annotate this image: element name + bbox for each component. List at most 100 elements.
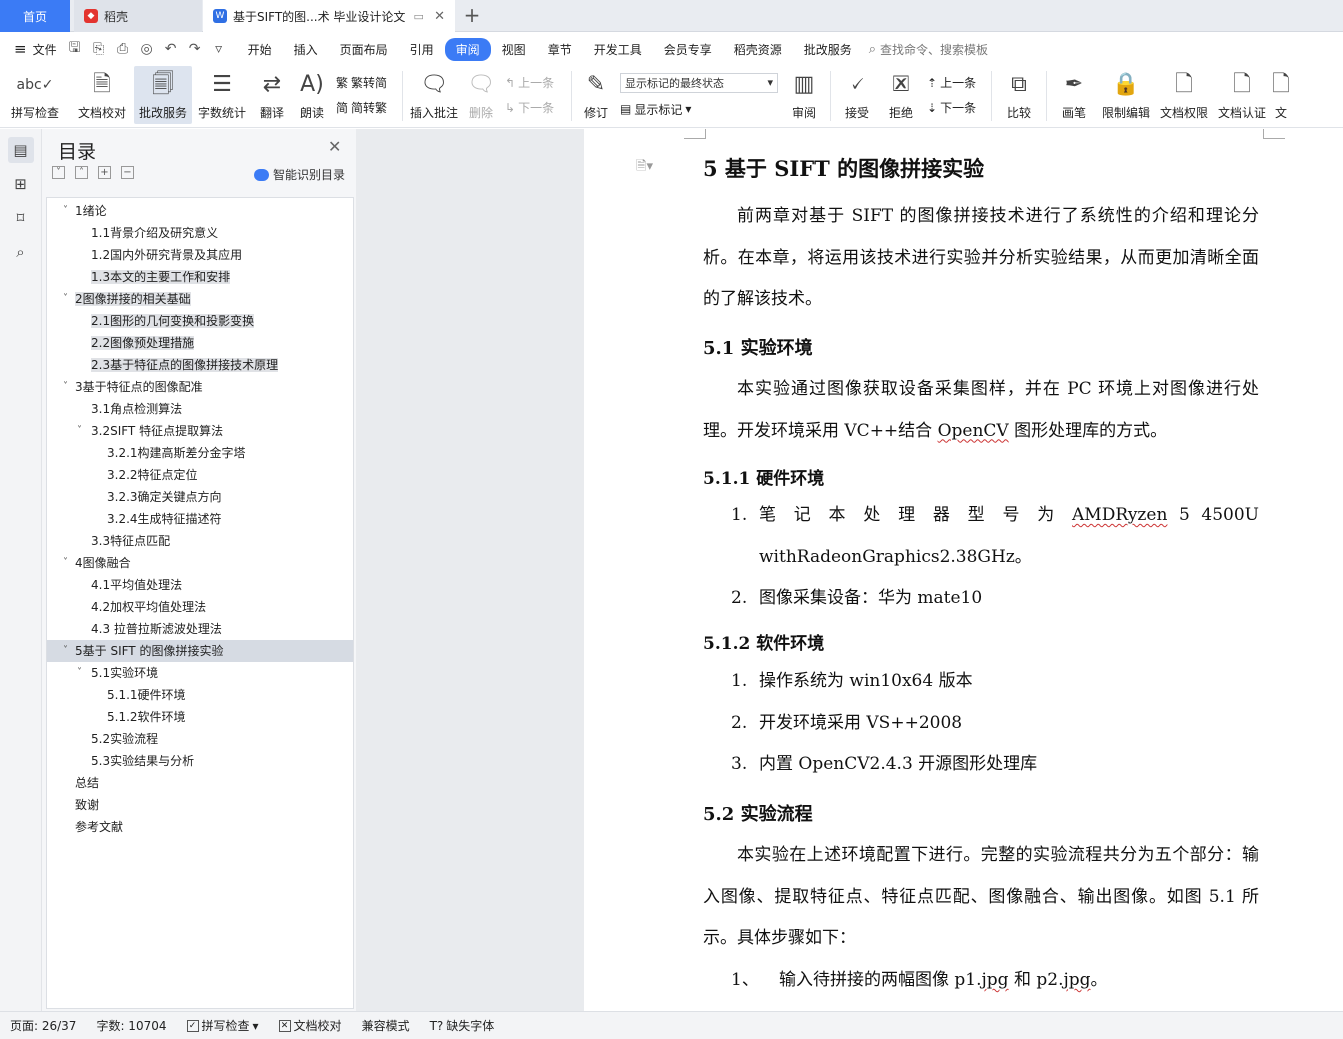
markup-state-select[interactable]: 显示标记的最终状态 ▾ <box>620 72 778 93</box>
toc-item[interactable]: 1.2国内外研究背景及其应用 <box>47 244 353 266</box>
doc-more-button[interactable]: 🗋 文 <box>1271 66 1291 124</box>
print-preview-icon[interactable]: ◎ <box>137 41 157 57</box>
toc-item[interactable]: ˅ 3.2SIFT 特征点提取算法 <box>47 420 353 442</box>
toc-item[interactable]: 3.3特征点匹配 <box>47 530 353 552</box>
ink-button[interactable]: ✒ 画笔 <box>1051 66 1097 124</box>
bookmark-icon[interactable]: ⌑ <box>8 205 34 231</box>
new-tab-button[interactable]: + <box>460 4 484 28</box>
toc-item[interactable]: 5.1.2软件环境 <box>47 706 353 728</box>
toc-item[interactable]: 5.2实验流程 <box>47 728 353 750</box>
close-tab-icon[interactable]: ✕ <box>434 9 445 24</box>
add-heading-icon[interactable]: + <box>98 166 111 179</box>
reject-button[interactable]: 🗷 拒绝 <box>879 66 923 124</box>
chevron-down-icon[interactable]: ˅ <box>63 200 68 222</box>
toc-item[interactable]: 5.1.1硬件环境 <box>47 684 353 706</box>
toc-item[interactable]: ˅ 4图像融合 <box>47 552 353 574</box>
toc-item[interactable]: ˅ 2图像拼接的相关基础 <box>47 288 353 310</box>
command-search[interactable]: ⌕ 查找命令、搜索模板 <box>869 41 988 58</box>
page-indicator[interactable]: 页面: 26/37 <box>0 1017 86 1034</box>
customize-dropdown-icon[interactable]: ▿ <box>209 41 229 57</box>
tab-daoke[interactable]: ◆ 稻壳 <box>74 0 202 32</box>
toc-item[interactable]: 2.1图形的几何变换和投影变换 <box>47 310 353 332</box>
simp-to-trad-button[interactable]: 简简转繁 <box>336 99 394 116</box>
toc-item[interactable]: 5.3实验结果与分析 <box>47 750 353 772</box>
toc-item[interactable]: 3.2.2特征点定位 <box>47 464 353 486</box>
insert-comment-button[interactable]: 🗨 插入批注 <box>407 66 461 124</box>
doc-proof-button[interactable]: 🗎 文档校对 <box>70 66 134 124</box>
toc-item[interactable]: 1.1背景介绍及研究意义 <box>47 222 353 244</box>
undo-icon[interactable]: ↶ <box>161 41 181 57</box>
toc-item[interactable]: 3.2.4生成特征描述符 <box>47 508 353 530</box>
delete-comment-button[interactable]: 🗨 删除 <box>461 66 501 124</box>
paragraph-menu-icon[interactable]: 🗎▾ <box>636 157 653 179</box>
menu-section[interactable]: 章节 <box>537 38 583 61</box>
menu-member[interactable]: 会员专享 <box>653 38 723 61</box>
menu-view[interactable]: 视图 <box>491 38 537 61</box>
next-comment-button[interactable]: ↳ 下一条 <box>505 99 563 116</box>
toc-item[interactable]: 致谢 <box>47 794 353 816</box>
collapse-all-icon[interactable]: ˅ <box>52 166 65 179</box>
accept-button[interactable]: 🗸 接受 <box>835 66 879 124</box>
search-icon[interactable]: ⌕ <box>8 239 34 265</box>
file-menu[interactable]: ≡ 文件 <box>0 40 65 58</box>
toc-panel-icon[interactable]: ▤ <box>7 137 34 163</box>
review-service-button[interactable]: 🗐 批改服务 <box>134 66 192 124</box>
review-pane-button[interactable]: ▥ 审阅 <box>782 66 826 124</box>
expand-all-icon[interactable]: ˄ <box>75 166 88 179</box>
document-page[interactable]: 🗎▾ 5 基于 SIFT 的图像拼接实验 前两章对基于 SIFT 的图像拼接技术… <box>584 129 1343 1011</box>
read-aloud-button[interactable]: A) 朗读 <box>292 66 332 124</box>
chevron-down-icon[interactable]: ˅ <box>77 420 82 442</box>
translate-button[interactable]: ⇄ 翻译 <box>252 66 292 124</box>
status-proof[interactable]: ✕ 文档校对 <box>269 1017 352 1034</box>
close-icon[interactable]: ✕ <box>328 137 341 156</box>
toc-item[interactable]: 3.2.1构建高斯差分金字塔 <box>47 442 353 464</box>
toc-item[interactable]: 1.3本文的主要工作和安排 <box>47 266 353 288</box>
menu-review[interactable]: 审阅 <box>444 37 491 61</box>
toc-item[interactable]: 2.3基于特征点的图像拼接技术原理 <box>47 354 353 376</box>
monitor-icon[interactable]: ▭ <box>413 10 423 23</box>
menu-references[interactable]: 引用 <box>399 38 445 61</box>
menu-review-service[interactable]: 批改服务 <box>793 38 863 61</box>
tab-document[interactable]: W 基于SIFT的图...术 毕业设计论文 ▭ ✕ <box>203 0 455 32</box>
toc-item[interactable]: 4.2加权平均值处理法 <box>47 596 353 618</box>
menu-start[interactable]: 开始 <box>237 38 283 61</box>
chevron-down-icon[interactable]: ˅ <box>77 662 82 684</box>
toc-item[interactable]: 总结 <box>47 772 353 794</box>
toc-item[interactable]: 3.2.3确定关键点方向 <box>47 486 353 508</box>
chevron-down-icon[interactable]: ˅ <box>63 640 68 662</box>
toc-item[interactable]: 4.1平均值处理法 <box>47 574 353 596</box>
chapter-icon[interactable]: ⊞ <box>8 171 34 197</box>
toc-item[interactable]: 参考文献 <box>47 816 353 838</box>
toc-item[interactable]: 2.2图像预处理措施 <box>47 332 353 354</box>
missing-font[interactable]: T? 缺失字体 <box>420 1017 505 1034</box>
toc-item[interactable]: ˅ 3基于特征点的图像配准 <box>47 376 353 398</box>
toc-item[interactable]: 4.3 拉普拉斯滤波处理法 <box>47 618 353 640</box>
toc-item[interactable]: 3.1角点检测算法 <box>47 398 353 420</box>
redo-icon[interactable]: ↷ <box>185 41 205 57</box>
doc-cert-button[interactable]: 🗋 文档认证 <box>1213 66 1271 124</box>
menu-page-layout[interactable]: 页面布局 <box>329 38 399 61</box>
menu-insert[interactable]: 插入 <box>283 38 329 61</box>
chevron-down-icon[interactable]: ˅ <box>63 376 68 398</box>
word-count-indicator[interactable]: 字数: 10704 <box>86 1017 176 1034</box>
toc-item[interactable]: ˅ 1绪论 <box>47 200 353 222</box>
restrict-edit-button[interactable]: 🔒 限制编辑 <box>1097 66 1155 124</box>
toc-item[interactable]: ˅ 5基于 SIFT 的图像拼接实验 <box>47 640 353 662</box>
status-spell-check[interactable]: ✓ 拼写检查 ▾ <box>177 1017 269 1034</box>
print-icon[interactable]: ⎙ <box>113 41 133 57</box>
doc-permission-button[interactable]: 🗋 文档权限 <box>1155 66 1213 124</box>
menu-daoke-resources[interactable]: 稻壳资源 <box>723 38 793 61</box>
compare-button[interactable]: ⧉ 比较 <box>996 66 1042 124</box>
export-pdf-icon[interactable]: ⎘ <box>89 41 109 57</box>
remove-heading-icon[interactable]: − <box>121 166 134 179</box>
trad-to-simp-button[interactable]: 繁繁转简 <box>336 74 394 91</box>
chevron-down-icon[interactable]: ˅ <box>63 288 68 310</box>
menu-developer[interactable]: 开发工具 <box>583 38 653 61</box>
prev-comment-button[interactable]: ↰ 上一条 <box>505 74 563 91</box>
show-markup-button[interactable]: ▤ 显示标记 ▾ <box>620 101 778 118</box>
compat-mode[interactable]: 兼容模式 <box>352 1017 420 1034</box>
next-change-button[interactable]: ⇣ 下一条 <box>927 99 983 116</box>
chevron-down-icon[interactable]: ˅ <box>63 552 68 574</box>
spell-check-button[interactable]: abc✓ 拼写检查 <box>0 66 70 124</box>
smart-toc-button[interactable]: 智能识别目录 <box>254 166 345 183</box>
